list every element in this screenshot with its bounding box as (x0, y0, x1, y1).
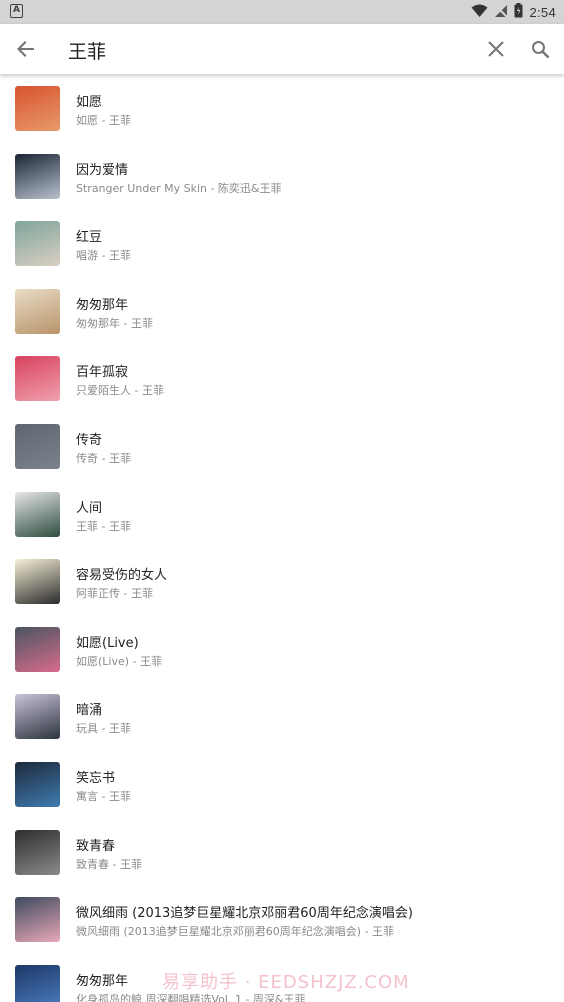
song-title: 红豆 (76, 230, 103, 246)
song-title: 传奇 (76, 432, 103, 448)
song-title: 因为爱情 (76, 162, 129, 178)
album-artist-subtitle: 如愿(Live) - 王菲 (76, 654, 163, 668)
result-row[interactable]: 微风细雨 (2013追梦巨星耀北京邓丽君60周年纪念演唱会) 微风细雨 (201… (0, 885, 564, 953)
result-row[interactable]: 人间 王菲 - 王菲 (0, 480, 564, 548)
album-artist-subtitle: 如愿 - 王菲 (76, 114, 131, 127)
song-title: 暗涌 (76, 703, 103, 719)
result-row[interactable]: 红豆 唱游 - 王菲 (0, 209, 564, 277)
album-artist-subtitle: 只爱陌生人 - 王菲 (76, 384, 164, 398)
album-cover-thumbnail (15, 897, 60, 943)
album-cover-thumbnail (15, 626, 60, 672)
album-artist-subtitle: Stranger Under My Skin - 陈奕迅&王菲 (76, 181, 282, 195)
album-cover-thumbnail (15, 288, 60, 334)
clear-search-button[interactable] (480, 33, 512, 65)
result-row[interactable]: 容易受伤的女人 阿菲正传 - 王菲 (0, 547, 564, 615)
battery-icon (514, 2, 523, 22)
song-title: 匆匆那年 (76, 297, 129, 313)
status-bar: A 2:54 (0, 0, 564, 24)
album-artist-subtitle: 王菲 - 王菲 (76, 519, 131, 533)
song-title: 如愿 (76, 95, 103, 110)
app-notification-icon: A (10, 4, 23, 18)
album-artist-subtitle: 玩具 - 王菲 (76, 722, 131, 736)
album-artist-subtitle: 传奇 - 王菲 (76, 451, 131, 465)
result-row[interactable]: 如愿 如愿 - 王菲 (0, 74, 564, 142)
album-cover-thumbnail (15, 694, 60, 740)
clock-time: 2:54 (529, 4, 556, 20)
album-cover-thumbnail (15, 356, 60, 402)
album-cover-thumbnail (15, 221, 60, 267)
no-signal-icon (494, 3, 509, 22)
album-cover-thumbnail (15, 491, 60, 537)
back-button[interactable] (10, 33, 42, 65)
search-toolbar: 王菲 (0, 24, 564, 74)
search-icon (531, 40, 549, 58)
album-cover-thumbnail (15, 761, 60, 807)
album-cover-thumbnail (15, 86, 60, 131)
album-cover-thumbnail (15, 153, 60, 199)
song-title: 微风细雨 (2013追梦巨星耀北京邓丽君60周年纪念演唱会) (76, 906, 413, 922)
song-title: 容易受伤的女人 (76, 568, 168, 584)
song-title: 笑忘书 (76, 770, 116, 786)
song-title: 匆匆那年 (76, 973, 129, 989)
result-row[interactable]: 传奇 传奇 - 王菲 (0, 412, 564, 480)
album-artist-subtitle: 阿菲正传 - 王菲 (76, 587, 153, 601)
album-cover-thumbnail (15, 829, 60, 875)
album-artist-subtitle: 唱游 - 王菲 (76, 249, 131, 263)
album-artist-subtitle: 微风细雨 (2013追梦巨星耀北京邓丽君60周年纪念演唱会) - 王菲 (76, 925, 395, 939)
search-results-list[interactable]: 如愿 如愿 - 王菲 因为爱情 Stranger Under My Skin -… (0, 74, 564, 1002)
result-row[interactable]: 暗涌 玩具 - 王菲 (0, 682, 564, 750)
song-title: 如愿(Live) (76, 635, 139, 651)
result-row[interactable]: 因为爱情 Stranger Under My Skin - 陈奕迅&王菲 (0, 142, 564, 210)
album-artist-subtitle: 匆匆那年 - 王菲 (76, 316, 153, 330)
song-title: 致青春 (76, 838, 116, 854)
search-button[interactable] (524, 33, 556, 65)
album-artist-subtitle: 致青春 - 王菲 (76, 857, 142, 871)
wifi-icon (471, 3, 488, 22)
result-row[interactable]: 笑忘书 寓言 - 王菲 (0, 750, 564, 818)
result-row[interactable]: 百年孤寂 只爱陌生人 - 王菲 (0, 344, 564, 412)
result-row[interactable]: 如愿(Live) 如愿(Live) - 王菲 (0, 615, 564, 683)
album-cover-thumbnail (15, 559, 60, 605)
song-title: 人间 (76, 500, 103, 516)
watermark-text: 易享助手 · EEDSHZJZ.COM (162, 972, 410, 993)
album-cover-thumbnail (15, 964, 60, 1002)
song-title: 百年孤寂 (76, 365, 129, 381)
search-query-text[interactable]: 王菲 (68, 37, 106, 64)
result-row[interactable]: 匆匆那年 匆匆那年 - 王菲 (0, 277, 564, 345)
status-indicators: 2:54 (471, 2, 556, 22)
album-cover-thumbnail (15, 423, 60, 469)
close-icon (488, 41, 504, 57)
album-artist-subtitle: 寓言 - 王菲 (76, 789, 131, 803)
result-row[interactable]: 致青春 致青春 - 王菲 (0, 818, 564, 886)
arrow-back-icon (17, 41, 34, 57)
